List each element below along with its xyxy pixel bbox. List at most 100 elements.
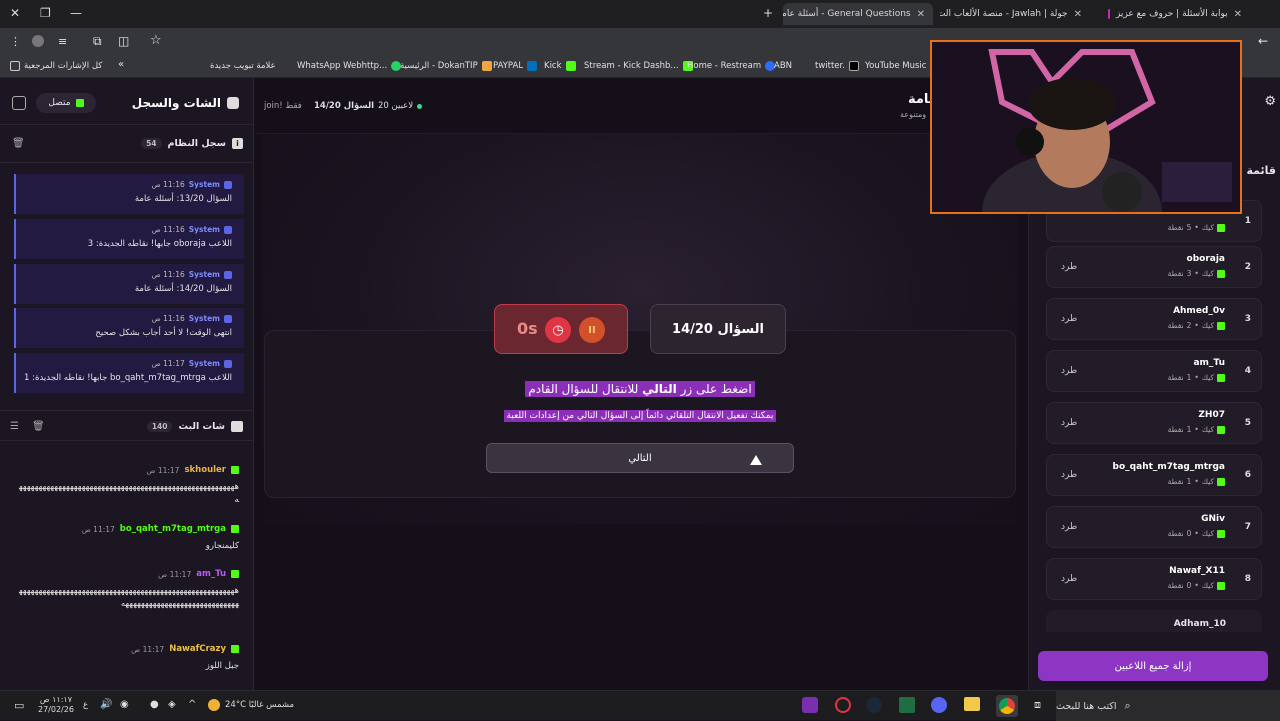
chat-bubble-icon [231,421,243,432]
close-tab-icon[interactable]: ✕ [1234,9,1242,20]
pause-icon[interactable]: II [579,317,605,343]
kick-player-button[interactable]: طرد [1061,470,1077,480]
system-message: System 11:16 ص انتهى الوقت! لا أحد أجاب ب… [14,308,244,348]
kick-icon [1217,321,1225,330]
system-message: System 11:16 ص اللاعب oboraja جابها! نقاط… [14,219,244,259]
system-icon [224,180,232,189]
bookmark-dokantip[interactable]: الرئيسية - DokanTIP [400,61,492,71]
join-hint: join! فقط [264,101,302,111]
extensions-puzzle-icon[interactable]: ⧉ [93,34,102,49]
bookmark-twitter[interactable]: twitter. [815,61,859,71]
search-icon: ⌕ [1124,699,1131,712]
profile-avatar[interactable] [32,35,44,47]
sun-icon [208,699,220,711]
bookmark-new-tab[interactable]: علامة تبويب جديدة [210,61,276,71]
trash-icon[interactable]: 🗑 [12,138,25,149]
task-view-icon[interactable]: ⧈ [1034,698,1041,712]
bookmark-abn[interactable]: ABN [774,61,792,71]
system-message: System 11:16 ص السؤال 14/20: أسئلة عامة [14,264,244,304]
player-card: 8 Nawaf_X11 كيك • 0 نقطة طرد [1046,558,1262,600]
windows-taskbar: ▭ ١١:١٧ ص 27/02/26 ع 🔊 ◉ ● ◈ ^ 24°C مشمس… [0,690,1280,721]
gear-icon[interactable]: ⚙ [1264,94,1276,109]
kick-player-button[interactable]: طرد [1061,574,1077,584]
extension-icon[interactable]: ≡ [58,35,67,48]
collapse-panel-icon[interactable] [12,96,26,110]
divider [0,440,254,441]
tray-app-icon[interactable]: ◈ [168,699,176,710]
tab-favicon-icon [1108,9,1110,19]
tray-chevron-icon[interactable]: ^ [188,699,196,710]
clock-icon: ◷ [545,317,571,343]
kick-icon [231,645,239,653]
kick-player-button[interactable]: طرد [1061,522,1077,532]
back-arrow-icon[interactable]: ← [1258,34,1268,48]
weather-widget[interactable]: 24°C مشمس غالبًا [208,699,294,711]
new-tab-icon[interactable]: + [763,6,773,20]
tab-jawlah[interactable]: ✕ جولة | Jawlah - منصة الألعاب الت [940,3,1090,25]
tab-general-questions[interactable]: ✕ General Questions - أسئلة عامة [783,3,933,25]
chat-log-panel: متصل الشات والسجل 🗑 54 سجل النظام i Syst… [0,78,254,690]
filter-icon[interactable]: ☰ [10,421,19,432]
taskbar-app-icon[interactable] [802,697,818,713]
menu-dots-icon[interactable]: ⋮ [10,35,21,48]
notification-icon[interactable]: ▭ [14,699,24,712]
restore-window-icon[interactable]: ❐ [40,6,51,20]
volume-icon[interactable]: 🔊 [100,699,112,710]
divider [0,410,254,411]
screenshot-icon[interactable]: ◫ [118,34,129,48]
bookmark-restream[interactable]: Home - Restream [687,61,776,71]
bookmark-paypal[interactable]: PAYPAL [493,61,538,71]
language-indicator[interactable]: ع [83,700,88,710]
divider [0,162,254,163]
remove-all-players-button[interactable]: إزالة جميع اللاعبين [1038,651,1268,681]
chrome-icon[interactable] [996,695,1018,717]
divider [0,124,254,125]
close-tab-icon[interactable]: ✕ [917,9,925,20]
question-progress: السؤال 14/20 [314,101,375,111]
file-explorer-icon[interactable] [964,697,980,711]
bookmark-kick-dashboard[interactable]: Stream - Kick Dashb... [584,61,693,71]
bookmark-kick[interactable]: Kick [544,61,576,71]
minimize-window-icon[interactable]: — [70,6,82,20]
close-window-icon[interactable]: ✕ [10,6,20,20]
kick-icon [1217,223,1225,232]
x-twitter-icon [848,61,859,71]
webcam-feed [932,42,1240,212]
mic-icon[interactable]: ● [150,699,159,710]
discord-icon[interactable] [931,697,947,713]
stream-chat-header[interactable]: 140 شات البث [146,421,243,432]
next-button[interactable]: التالي [486,443,794,473]
trash-icon[interactable]: 🗑 [32,421,45,432]
excel-icon[interactable] [899,697,915,713]
kick-icon [1217,581,1225,590]
kick-player-button[interactable]: طرد [1061,418,1077,428]
taskbar-app-icon[interactable] [835,697,851,713]
taskbar-search[interactable]: ⌕ اكتب هنا للبحث [1056,691,1280,721]
chevron-left-icon[interactable]: « [118,59,124,70]
kick-player-button[interactable]: طرد [1061,262,1077,272]
system-log-header[interactable]: 54 سجل النظام i [141,138,243,149]
players-title: قائمة [1246,164,1276,177]
player-card: 4 am_Tu كيك • 1 نقطة طرد [1046,350,1262,392]
chat-bubble-icon [227,97,239,109]
all-bookmarks[interactable]: كل الإشارات المرجعية [10,61,102,71]
bookmark-whatsapp[interactable]: WhatsApp Webhttp... [297,61,402,71]
players-count: 20 لاعبين [378,101,423,111]
bookmark-star-icon[interactable]: ☆ [150,33,162,48]
kick-player-button[interactable]: طرد [1061,366,1077,376]
kick-icon [1217,477,1225,486]
question-number-card: السؤال 14/20 [650,304,786,354]
webcam-overlay [930,40,1242,214]
game-header: join! فقط السؤال 14/20 20 لاعبين عامة وم… [256,78,1026,134]
tab-questions-portal[interactable]: ✕ بوابة الأسئلة | حروف مع عزيز [1100,3,1250,25]
paypal-icon [527,61,538,71]
chat-message: am_Tu 11:17 ص ههههههههههههههههههههههههههه… [19,569,239,609]
clock[interactable]: ١١:١٧ ص 27/02/26 [38,695,74,715]
close-tab-icon[interactable]: ✕ [1074,9,1082,20]
network-icon[interactable]: ◉ [120,699,129,710]
kick-icon [1217,269,1225,278]
system-icon [224,270,232,279]
kick-player-button[interactable]: طرد [1061,314,1077,324]
steam-icon[interactable] [866,697,882,713]
system-log-count: 54 [141,138,162,149]
